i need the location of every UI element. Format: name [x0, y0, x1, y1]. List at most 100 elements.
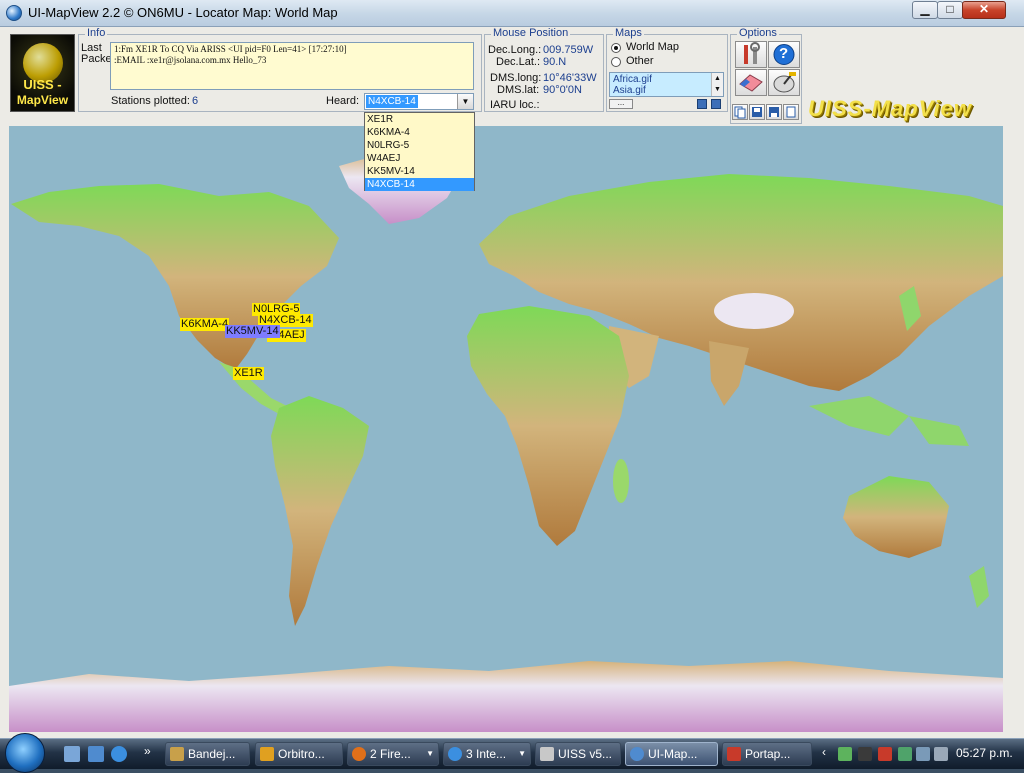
satellite-icon: [260, 747, 274, 761]
heard-option[interactable]: N0LRG-5: [365, 139, 474, 152]
save-as-icon: [769, 107, 779, 117]
security-center-icon[interactable]: [898, 747, 912, 761]
heard-option[interactable]: K6KMA-4: [365, 126, 474, 139]
firefox-icon: [352, 747, 366, 761]
maps-legend: Maps: [613, 27, 644, 39]
taskbar-button-label: UI-Map...: [648, 747, 698, 761]
tools-icon: [744, 42, 760, 64]
list-scrollbar[interactable]: ▲ ▼: [711, 73, 723, 96]
tray-expand-icon[interactable]: ‹: [822, 745, 826, 759]
map-file-item[interactable]: Asia.gif: [613, 85, 646, 96]
app-window: UI-MapView 2.2 © ON6MU - Locator Map: Wo…: [0, 0, 1024, 738]
heard-option[interactable]: KK5MV-14: [365, 165, 474, 178]
taskbar-button[interactable]: UISS v5...: [535, 742, 621, 766]
station-label[interactable]: K6KMA-4: [180, 318, 230, 331]
world-map-graphic: [9, 126, 1003, 732]
tracking-button[interactable]: [768, 69, 800, 96]
browse-maps-button[interactable]: ...: [609, 99, 633, 109]
show-desktop-icon[interactable]: [64, 746, 80, 762]
switch-windows-icon[interactable]: [88, 746, 104, 762]
satellite-dish-icon: [773, 72, 796, 93]
brand-logo-text: UISS-MapView: [808, 96, 972, 121]
system-clock[interactable]: 05:27 p.m.: [956, 746, 1013, 760]
taskbar-button-label: 2 Fire...: [370, 747, 411, 761]
taskbar-button[interactable]: Orbitro...: [255, 742, 343, 766]
uiss-icon: [540, 747, 554, 761]
internet-explorer-icon[interactable]: [111, 746, 127, 762]
heard-option[interactable]: XE1R: [365, 113, 474, 126]
map-file-item[interactable]: Africa.gif: [613, 74, 652, 85]
world-map-radio[interactable]: [611, 43, 621, 53]
chevron-down-icon: ▼: [426, 749, 434, 758]
display-icon[interactable]: [916, 747, 930, 761]
taskbar-button[interactable]: 2 Fire... ▼: [347, 742, 439, 766]
taskbar-button-label: 3 Inte...: [466, 747, 507, 761]
dms-long-label: DMS.long:: [490, 72, 542, 84]
heard-dropdown[interactable]: N4XCB-14 ▼: [364, 93, 474, 110]
heard-option-selected[interactable]: N4XCB-14: [365, 178, 474, 191]
station-label-highlighted[interactable]: KK5MV-14: [225, 325, 280, 338]
stations-plotted-label: Stations plotted:: [111, 95, 190, 107]
settings-tools-button[interactable]: [735, 41, 767, 68]
taskbar-button-label: Orbitro...: [278, 747, 325, 761]
map-refresh-button[interactable]: [711, 99, 721, 109]
heard-dropdown-list[interactable]: XE1R K6KMA-4 N0LRG-5 W4AEJ KK5MV-14 N4XC…: [364, 112, 475, 191]
chevron-down-icon: ▼: [518, 749, 526, 758]
clear-map-button[interactable]: [735, 69, 767, 96]
taskbar-button-label: UISS v5...: [558, 747, 613, 761]
dec-long-value: 009.759W: [543, 44, 594, 56]
iaru-locator-label: IARU loc.:: [490, 99, 540, 111]
window-title: UI-MapView 2.2 © ON6MU - Locator Map: Wo…: [28, 5, 338, 20]
save-button[interactable]: [749, 104, 765, 120]
logo-text-line1: UISS -: [23, 77, 62, 92]
world-map-label[interactable]: World Map: [626, 41, 679, 53]
help-question-mark: ?: [779, 45, 789, 62]
app-globe-icon[interactable]: [6, 5, 22, 21]
save-as-button[interactable]: [766, 104, 782, 120]
dms-lat-label: DMS.lat:: [497, 84, 540, 96]
uiss-mapview-logo: UISS - MapView: [10, 34, 75, 112]
volume-icon[interactable]: [934, 747, 948, 761]
taskbar-button-label: Portap...: [745, 747, 791, 761]
heard-option[interactable]: W4AEJ: [365, 152, 474, 165]
dms-long-value: 10°46'33W: [543, 72, 597, 84]
last-packet-box[interactable]: 1:Fm XE1R To CQ Via ARISS <UI pid=F0 Len…: [110, 42, 474, 90]
map-file-list[interactable]: Africa.gif Asia.gif ▲ ▼: [609, 72, 724, 97]
clipboard-icon: [727, 747, 741, 761]
copy-button[interactable]: [732, 104, 748, 120]
quick-launch-more[interactable]: »: [144, 744, 151, 758]
print-button[interactable]: [783, 104, 799, 120]
dms-lat-value: 90°0'0N: [543, 84, 582, 96]
other-map-radio[interactable]: [611, 57, 621, 67]
packet-line: :EMAIL :xe1r@jsolana.com.mx Hello_73: [114, 55, 267, 65]
chevron-down-icon[interactable]: ▼: [457, 94, 473, 109]
logo-text-line2: MapView: [16, 93, 69, 107]
help-button[interactable]: ?: [768, 41, 800, 68]
world-map[interactable]: N0LRG-5 N4XCB-14 K6KMA-4 W4AEJ KK5MV-14 …: [9, 126, 1003, 732]
download-icon[interactable]: [838, 747, 852, 761]
heard-selected-value: N4XCB-14: [366, 95, 418, 108]
dec-lat-value: 90.N: [543, 56, 567, 68]
copy-icon: [734, 106, 746, 119]
dec-long-label: Dec.Long.:: [488, 44, 542, 56]
taskbar-button[interactable]: Bandej...: [165, 742, 250, 766]
start-button[interactable]: [5, 733, 45, 773]
ie-icon: [448, 747, 462, 761]
maximize-button[interactable]: □: [937, 1, 963, 19]
folder-icon: [170, 747, 184, 761]
taskbar-button[interactable]: Portap...: [722, 742, 812, 766]
map-zoom-button[interactable]: [697, 99, 707, 109]
antivirus-shield-icon[interactable]: [878, 747, 892, 761]
station-label[interactable]: XE1R: [233, 367, 264, 380]
taskbar-button[interactable]: 3 Inte... ▼: [443, 742, 531, 766]
other-map-label[interactable]: Other: [626, 55, 654, 67]
heard-label: Heard:: [326, 95, 360, 107]
minimize-button[interactable]: ▁: [912, 1, 938, 19]
mapview-icon: [630, 747, 644, 761]
title-bar[interactable]: UI-MapView 2.2 © ON6MU - Locator Map: Wo…: [0, 0, 1024, 27]
options-legend: Options: [737, 27, 779, 39]
taskbar-button-active[interactable]: UI-Map...: [625, 742, 718, 766]
network-icon[interactable]: [858, 747, 872, 761]
mouse-position-legend: Mouse Position: [491, 27, 571, 39]
close-button[interactable]: ✕: [962, 1, 1006, 19]
